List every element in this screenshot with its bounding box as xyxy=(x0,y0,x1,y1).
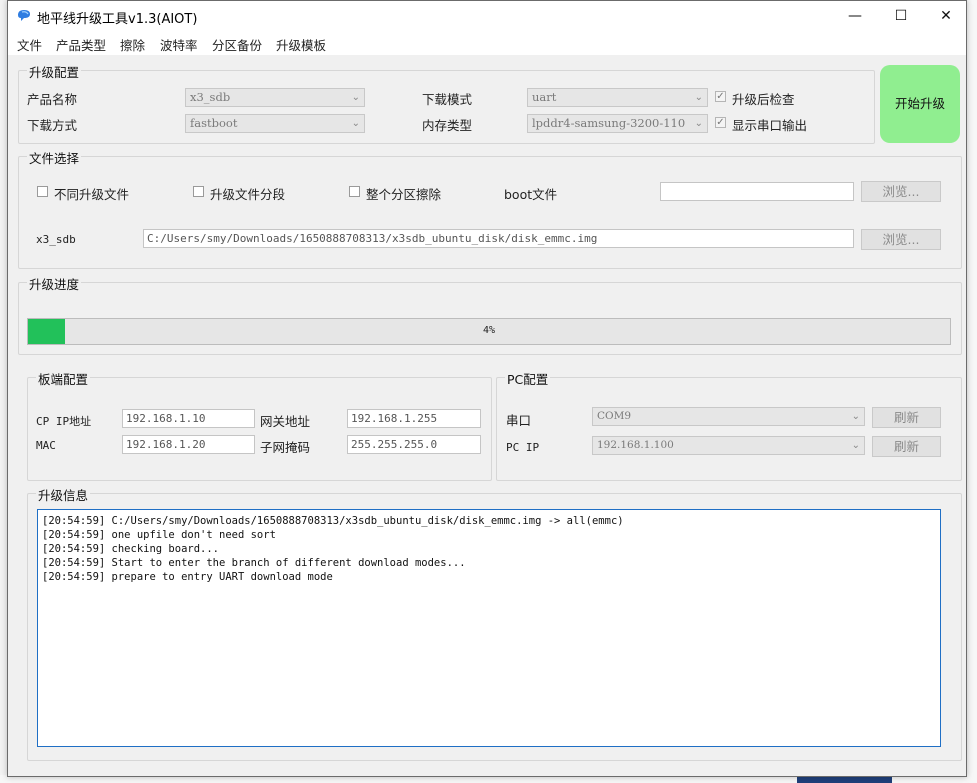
pc-config-group: PC配置 xyxy=(496,369,962,481)
log-line: [20:54:59] C:/Users/smy/Downloads/165088… xyxy=(42,515,624,527)
log-line: [20:54:59] Start to enter the branch of … xyxy=(42,557,466,569)
menu-bar: 文件 产品类型 擦除 波特率 分区备份 升级模板 xyxy=(8,31,966,55)
diff-files-label: 不同升级文件 xyxy=(54,187,130,202)
file-select-title: 文件选择 xyxy=(27,148,82,167)
menu-partition-backup[interactable]: 分区备份 xyxy=(212,35,262,54)
serial-port-label: 串口 xyxy=(506,413,532,428)
chevron-down-icon: ⌄ xyxy=(351,92,360,103)
file-select-group: 文件选择 xyxy=(18,148,962,269)
minimize-button[interactable]: — xyxy=(832,1,878,31)
serial-port-value: COM9 xyxy=(597,410,632,422)
download-mode-label: 下载模式 xyxy=(422,92,473,107)
menu-file[interactable]: 文件 xyxy=(17,35,42,54)
title-bar: 地平线升级工具v1.3(AIOT) — ☐ ✕ xyxy=(8,1,966,31)
chevron-down-icon: ⌄ xyxy=(851,440,860,451)
window-title: 地平线升级工具v1.3(AIOT) xyxy=(37,12,198,27)
memory-type-label: 内存类型 xyxy=(422,118,473,133)
image-label: x3_sdb xyxy=(36,233,76,246)
gateway-label: 网关地址 xyxy=(260,414,311,429)
segment-checkbox[interactable] xyxy=(193,186,204,197)
diff-files-checkbox[interactable] xyxy=(37,186,48,197)
chevron-down-icon: ⌄ xyxy=(351,118,360,129)
pc-ip-label: PC IP xyxy=(506,441,540,454)
image-path-input[interactable]: C:/Users/smy/Downloads/1650888708313/x3s… xyxy=(143,229,854,248)
erase-partition-label: 整个分区擦除 xyxy=(366,187,442,202)
pc-ip-value: 192.168.1.100 xyxy=(597,439,674,451)
chevron-down-icon: ⌄ xyxy=(694,92,703,103)
memory-type-value: lpddr4-samsung-3200-110 xyxy=(532,116,686,130)
check-after-upgrade-label: 升级后检查 xyxy=(732,92,795,107)
download-mode-value: uart xyxy=(532,90,557,104)
upgrade-config-title: 升级配置 xyxy=(27,62,82,81)
check-after-upgrade-checkbox[interactable]: ✓ xyxy=(715,91,726,102)
maximize-button[interactable]: ☐ xyxy=(878,1,924,31)
mac-input[interactable]: 192.168.1.20 xyxy=(122,435,255,454)
serial-port-select[interactable]: COM9 ⌄ xyxy=(592,407,865,426)
chevron-down-icon: ⌄ xyxy=(851,411,860,422)
app-icon xyxy=(18,10,30,21)
start-upgrade-button[interactable]: 开始升级 xyxy=(880,65,960,143)
boot-browse-button[interactable]: 浏览... xyxy=(861,181,941,202)
menu-erase[interactable]: 擦除 xyxy=(120,35,145,54)
image-browse-button[interactable]: 浏览... xyxy=(861,229,941,250)
log-output[interactable]: [20:54:59] C:/Users/smy/Downloads/165088… xyxy=(37,509,941,747)
log-line: [20:54:59] checking board... xyxy=(42,543,220,555)
download-mode-select[interactable]: uart ⌄ xyxy=(527,88,708,107)
download-method-value: fastboot xyxy=(190,116,238,130)
close-button[interactable]: ✕ xyxy=(923,1,969,31)
serial-refresh-button[interactable]: 刷新 xyxy=(872,407,941,428)
memory-type-select[interactable]: lpddr4-samsung-3200-110 ⌄ xyxy=(527,114,708,133)
subnet-label: 子网掩码 xyxy=(260,440,311,455)
product-name-value: x3_sdb xyxy=(190,90,231,104)
product-name-label: 产品名称 xyxy=(27,92,78,107)
log-line: [20:54:59] prepare to entry UART downloa… xyxy=(42,571,333,583)
progress-title: 升级进度 xyxy=(27,274,82,293)
board-config-title: 板端配置 xyxy=(36,369,91,388)
download-method-select[interactable]: fastboot ⌄ xyxy=(185,114,365,133)
gateway-input[interactable]: 192.168.1.255 xyxy=(347,409,481,428)
chevron-down-icon: ⌄ xyxy=(694,118,703,129)
progress-text: 4% xyxy=(482,325,496,336)
cp-ip-input[interactable]: 192.168.1.10 xyxy=(122,409,255,428)
upgrade-progress-bar: 4% xyxy=(27,318,951,345)
menu-baud-rate[interactable]: 波特率 xyxy=(160,35,198,54)
erase-partition-checkbox[interactable] xyxy=(349,186,360,197)
boot-file-input[interactable] xyxy=(660,182,854,201)
show-serial-output-checkbox[interactable]: ✓ xyxy=(715,117,726,128)
pc-ip-refresh-button[interactable]: 刷新 xyxy=(872,436,941,457)
log-title: 升级信息 xyxy=(36,485,91,504)
pc-config-title: PC配置 xyxy=(505,369,551,388)
segment-label: 升级文件分段 xyxy=(210,187,286,202)
product-name-select[interactable]: x3_sdb ⌄ xyxy=(185,88,365,107)
subnet-input[interactable]: 255.255.255.0 xyxy=(347,435,481,454)
menu-product-type[interactable]: 产品类型 xyxy=(56,35,106,54)
menu-upgrade-template[interactable]: 升级模板 xyxy=(276,35,326,54)
app-window: 地平线升级工具v1.3(AIOT) — ☐ ✕ 文件 产品类型 擦除 波特率 分… xyxy=(7,0,967,777)
download-method-label: 下载方式 xyxy=(27,118,78,133)
cp-ip-label: CP IP地址 xyxy=(36,415,92,428)
mac-label: MAC xyxy=(36,439,56,452)
log-line: [20:54:59] one upfile don't need sort xyxy=(42,529,276,541)
pc-ip-select[interactable]: 192.168.1.100 ⌄ xyxy=(592,436,865,455)
boot-file-label: boot文件 xyxy=(504,187,558,202)
show-serial-output-label: 显示串口输出 xyxy=(732,118,808,133)
